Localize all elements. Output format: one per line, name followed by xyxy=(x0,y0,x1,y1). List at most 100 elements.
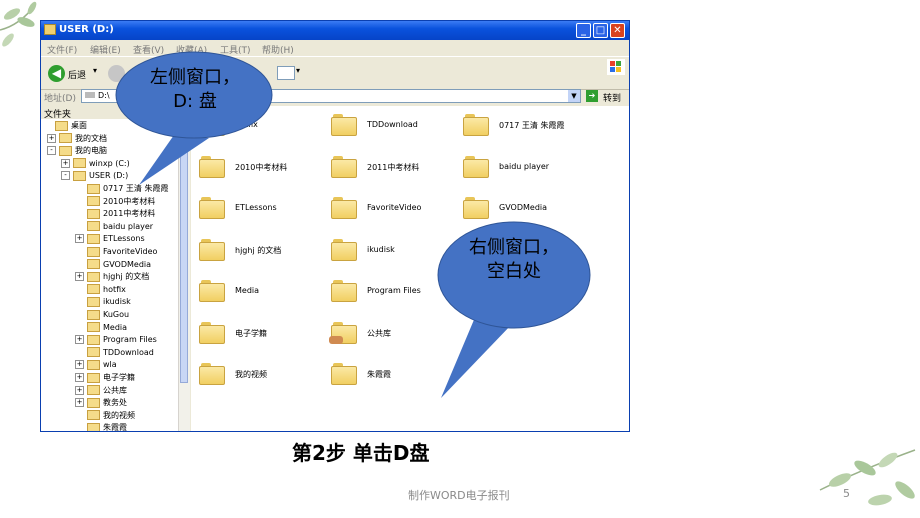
expander-icon[interactable]: - xyxy=(61,171,70,181)
tree-item[interactable]: 我的视频 xyxy=(75,410,135,422)
folder-icon xyxy=(87,246,100,257)
folder-item-label: hjghj 的文档 xyxy=(235,245,282,255)
tree-item[interactable]: Media xyxy=(75,322,127,334)
folder-item-label: 电子学籍 xyxy=(235,328,267,338)
expander-icon[interactable]: + xyxy=(75,385,84,395)
folder-item-label: ikudisk xyxy=(367,244,395,254)
folders-header-label: 文件夹 xyxy=(44,110,72,120)
folder-item-label: TDDownload xyxy=(367,120,418,129)
tree-item[interactable]: KuGou xyxy=(75,309,129,321)
callout-right-line1: 右侧窗口， xyxy=(469,237,559,258)
title-bar[interactable]: USER (D:) _ □ ✕ xyxy=(41,21,629,40)
tree-item[interactable]: hotfix xyxy=(75,284,126,296)
expander-icon[interactable]: + xyxy=(75,373,84,382)
tree-item[interactable]: GVODMedia xyxy=(75,259,151,271)
tree-item-label: hotfix xyxy=(103,284,126,294)
folder-item-label: 0717 王清 朱霞霞 xyxy=(499,121,565,130)
drive-icon xyxy=(44,24,56,35)
folder-item-label: 我的视频 xyxy=(235,370,267,379)
folder-icon xyxy=(463,114,489,136)
tree-item-label: hjghj 的文档 xyxy=(103,272,150,282)
expander-icon[interactable]: + xyxy=(75,335,84,345)
tree-item[interactable]: 朱霞霞 xyxy=(75,422,127,432)
tree-item-label: 我的视频 xyxy=(103,410,135,420)
folder-icon xyxy=(55,120,68,131)
shared-folder-icon xyxy=(329,321,357,344)
folder-icon xyxy=(331,363,357,385)
expander-icon[interactable]: + xyxy=(75,398,84,408)
folder-icon xyxy=(87,196,100,207)
tree-item[interactable]: - 我的电脑 xyxy=(47,145,107,157)
tree-item[interactable]: 2010中考材料 xyxy=(75,196,155,208)
tree-item[interactable]: 2011中考材料 xyxy=(75,208,155,220)
folder-item-label: 公共库 xyxy=(367,328,391,338)
folder-icon xyxy=(199,238,225,261)
folder-icon xyxy=(463,197,489,219)
tree-item[interactable]: + Program Files xyxy=(75,334,157,346)
folder-icon xyxy=(87,284,100,295)
expander-icon[interactable]: + xyxy=(47,133,56,143)
expander-icon[interactable]: + xyxy=(61,158,70,168)
folder-item-label: Program Files xyxy=(367,286,421,295)
folder-icon xyxy=(199,363,225,385)
tree-item[interactable]: FavoriteVideo xyxy=(75,246,157,258)
expander-icon[interactable]: - xyxy=(47,146,56,156)
maximize-button[interactable]: □ xyxy=(593,23,608,38)
folder-icon xyxy=(87,259,100,270)
tree-item[interactable]: + wla xyxy=(75,359,117,371)
go-button-label[interactable]: 转到 xyxy=(603,91,621,104)
tree-item-label: FavoriteVideo xyxy=(103,247,158,256)
expander-icon[interactable]: + xyxy=(75,234,84,244)
tree-item[interactable]: + 公共库 xyxy=(75,385,127,397)
folder-icon xyxy=(331,197,357,219)
back-button-label[interactable]: 后退 xyxy=(68,68,86,81)
tree-item-label: 电子学籍 xyxy=(103,373,135,382)
tree-item[interactable]: + 教务处 xyxy=(75,397,127,409)
callout-left-line1: 左侧窗口， xyxy=(150,67,240,88)
address-dropdown-icon[interactable]: ▼ xyxy=(568,90,580,102)
callout-right-text: 右侧窗口， 空白处 xyxy=(452,236,576,284)
folder-item-label: Media xyxy=(235,286,260,295)
tree-item[interactable]: 桌面 xyxy=(43,120,87,132)
address-label: 地址(D) xyxy=(44,94,76,104)
tree-item[interactable]: baidu player xyxy=(75,221,153,233)
folder-icon xyxy=(87,422,100,431)
views-button[interactable] xyxy=(277,66,295,80)
folder-icon xyxy=(87,183,100,194)
views-dropdown-icon[interactable]: ▾ xyxy=(296,66,300,75)
tree-item-label: wla xyxy=(103,360,117,370)
callout-left-line2: D: 盘 xyxy=(173,91,217,112)
back-dropdown-icon[interactable]: ▾ xyxy=(93,66,97,75)
tree-item[interactable]: + 电子学籍 xyxy=(75,372,135,384)
tree-item[interactable]: + ETLessons xyxy=(75,233,145,245)
tree-item[interactable]: + hjghj 的文档 xyxy=(75,271,149,283)
close-button[interactable]: ✕ xyxy=(610,23,625,38)
expander-icon[interactable]: + xyxy=(75,272,84,282)
tree-item-label: Program Files xyxy=(103,335,157,345)
menu-file[interactable]: 文件(F) xyxy=(47,43,77,56)
tree-item[interactable]: TDDownload xyxy=(75,347,154,359)
tree-item[interactable]: + 我的文档 xyxy=(47,133,107,145)
minimize-button[interactable]: _ xyxy=(576,23,591,38)
window-title: USER (D:) xyxy=(59,24,114,35)
tree-item-label: Media xyxy=(103,322,128,332)
folder-item-label: GVODMedia xyxy=(499,203,548,212)
folder-icon xyxy=(87,296,100,307)
go-arrow-icon[interactable]: ➔ xyxy=(586,90,598,102)
back-arrow-icon[interactable]: ◀ xyxy=(48,65,65,82)
tree-item-label: 朱霞霞 xyxy=(103,423,127,432)
footer-text: 制作WORD电子报刊 xyxy=(408,489,510,502)
folder-icon xyxy=(199,280,225,302)
leaf-decoration-bottom-right xyxy=(819,449,916,506)
folder-icon xyxy=(331,114,357,136)
folder-icon xyxy=(463,155,489,178)
step-caption: 第2步 单击D盘 xyxy=(292,441,430,465)
folder-icon xyxy=(199,321,225,344)
tree-item-label: 公共库 xyxy=(103,385,127,395)
expander-icon[interactable]: + xyxy=(75,360,84,370)
folder-icon xyxy=(87,309,100,320)
folder-icon xyxy=(87,347,100,358)
folder-icon xyxy=(87,233,100,244)
folder-item-label: 2011中考材料 xyxy=(367,162,420,172)
tree-item[interactable]: ikudisk xyxy=(75,296,131,308)
